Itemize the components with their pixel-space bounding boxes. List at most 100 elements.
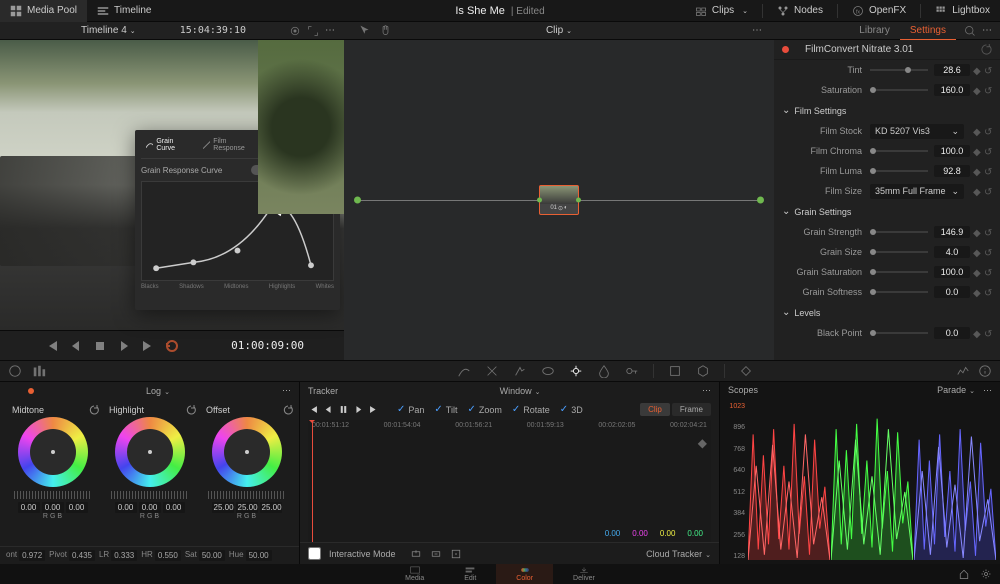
bars-icon[interactable] (32, 364, 46, 378)
saturation-slider[interactable] (870, 89, 928, 91)
expand-icon[interactable] (307, 25, 319, 37)
effect-header[interactable]: FilmConvert Nitrate 3.01 (774, 40, 1000, 60)
wheel-page-indicator[interactable] (28, 388, 34, 394)
window-icon[interactable] (541, 364, 555, 378)
node-input[interactable] (537, 198, 542, 203)
tracker-icon[interactable] (569, 364, 583, 378)
sat-field[interactable]: Sat50.00 (185, 550, 225, 561)
lightbox-button[interactable]: Lightbox (925, 0, 1000, 22)
reset-icon[interactable] (283, 405, 293, 415)
first-frame-button[interactable] (44, 338, 60, 354)
prev-frame-button[interactable] (68, 338, 84, 354)
track-fwd-one-button[interactable] (368, 404, 379, 415)
warper-icon[interactable] (485, 364, 499, 378)
library-tab[interactable]: Library (849, 22, 900, 39)
timeline-selector[interactable]: Timeline 4⌄ (81, 25, 136, 36)
hr-field[interactable]: HR0.550 (141, 550, 181, 561)
rotate-check[interactable]: Rotate (512, 404, 550, 415)
cloud-tracker-select[interactable]: Cloud Tracker⌄ (646, 549, 711, 559)
insert-icon[interactable] (410, 548, 422, 560)
tracker-menu[interactable]: ⋯ (702, 385, 711, 396)
viewer-timecode[interactable]: 15:04:39:10 (180, 25, 246, 36)
last-frame-button[interactable] (140, 338, 156, 354)
scope-type-select[interactable]: Parade⌄⋯ (937, 385, 992, 396)
reset-icon[interactable] (324, 165, 334, 175)
levels-section[interactable]: Levels (774, 302, 1000, 323)
grain-size-slider[interactable] (870, 251, 928, 253)
nodes-button[interactable]: Nodes (767, 0, 833, 22)
sizing-icon[interactable] (668, 364, 682, 378)
curves-icon[interactable] (457, 364, 471, 378)
reset-icon[interactable] (186, 405, 196, 415)
playhead[interactable] (312, 420, 313, 542)
reset-effect-icon[interactable] (981, 44, 992, 55)
deliver-page-button[interactable]: Deliver (553, 564, 615, 584)
insp-menu[interactable]: ⋯ (982, 25, 992, 36)
frame-mode-button[interactable]: Frame (672, 403, 711, 416)
center-icon[interactable] (450, 548, 462, 560)
grain-curve-tab[interactable]: Grain Curve (141, 136, 196, 154)
settings-icon[interactable] (980, 568, 992, 580)
keyframe-indicator[interactable] (782, 46, 789, 53)
grain-curve-graph[interactable] (141, 181, 334, 281)
tilt-check[interactable]: Tilt (434, 404, 457, 415)
media-page-button[interactable]: Media (385, 564, 444, 584)
clip-mode-button[interactable]: Clip (640, 403, 670, 416)
clips-button[interactable]: Clips⌄ (685, 0, 758, 22)
pointer-icon[interactable] (358, 24, 371, 37)
delete-icon[interactable] (430, 548, 442, 560)
corrector-node[interactable]: 01⊙◐ (539, 185, 579, 215)
offset-ring[interactable] (212, 417, 282, 487)
reset-icon[interactable]: ↺ (984, 66, 992, 74)
track-fwd-button[interactable] (353, 404, 364, 415)
node-output[interactable] (576, 198, 581, 203)
grain-softness-slider[interactable] (870, 291, 928, 293)
tint-value[interactable]: 28.6 (934, 64, 970, 76)
color-page-button[interactable]: Color (496, 564, 553, 584)
film-response-tab[interactable]: Film Response (198, 136, 261, 154)
background-toggle[interactable] (251, 165, 269, 175)
wheels-menu[interactable]: ⋯ (282, 385, 291, 396)
film-chroma-slider[interactable] (870, 150, 928, 152)
color-wheels-tab[interactable]: Color Wheels (263, 136, 322, 154)
3d-check[interactable]: 3D (560, 404, 583, 415)
key-icon[interactable] (625, 364, 639, 378)
highlight-ring[interactable] (115, 417, 185, 487)
zoom-check[interactable]: Zoom (467, 404, 501, 415)
track-pause-button[interactable] (338, 404, 349, 415)
viewer-image[interactable]: Grain Curve Film Response Color Wheels ⋯… (0, 40, 344, 330)
midtone-ring[interactable] (18, 417, 88, 487)
node-editor[interactable]: 01⊙◐ (344, 40, 774, 360)
node-output-endpoint[interactable] (757, 197, 764, 204)
tracker-mode-select[interactable]: Window⌄ (500, 386, 541, 396)
track-rev-one-button[interactable] (308, 404, 319, 415)
loop-button[interactable] (164, 338, 180, 354)
film-settings-section[interactable]: Film Settings (774, 100, 1000, 121)
settings-tab[interactable]: Settings (900, 22, 956, 40)
stop-button[interactable] (92, 338, 108, 354)
media-pool-button[interactable]: Media Pool (0, 0, 87, 22)
film-luma-slider[interactable] (870, 170, 928, 172)
home-icon[interactable] (958, 568, 970, 580)
edit-page-button[interactable]: Edit (444, 564, 496, 584)
grain-saturation-slider[interactable] (870, 271, 928, 273)
film-stock-select[interactable]: KD 5207 Vis3⌄ (870, 124, 964, 139)
scopes-toggle-icon[interactable] (956, 364, 970, 378)
hand-icon[interactable] (379, 24, 392, 37)
kf-icon[interactable]: ◆ (973, 66, 981, 74)
keyframes-icon[interactable] (739, 364, 753, 378)
clip-selector[interactable]: Clip⌄ (546, 25, 572, 36)
wheels-icon[interactable] (8, 364, 22, 378)
timeline-button[interactable]: Timeline (87, 0, 161, 22)
pan-check[interactable]: Pan (397, 404, 424, 415)
black-point-slider[interactable] (870, 332, 928, 334)
node-menu[interactable]: ⋯ (752, 25, 762, 36)
search-icon[interactable] (964, 25, 976, 37)
tracker-timeline[interactable]: 00:01:51:1200:01:54:0400:01:56:2100:01:5… (308, 420, 711, 542)
contrast-field[interactable]: ont0.972 (6, 550, 45, 561)
reset-icon[interactable] (89, 405, 99, 415)
midtone-jog[interactable] (14, 491, 92, 499)
film-size-select[interactable]: 35mm Full Frame⌄ (870, 184, 964, 199)
offset-jog[interactable] (208, 491, 286, 499)
3d-icon[interactable] (696, 364, 710, 378)
